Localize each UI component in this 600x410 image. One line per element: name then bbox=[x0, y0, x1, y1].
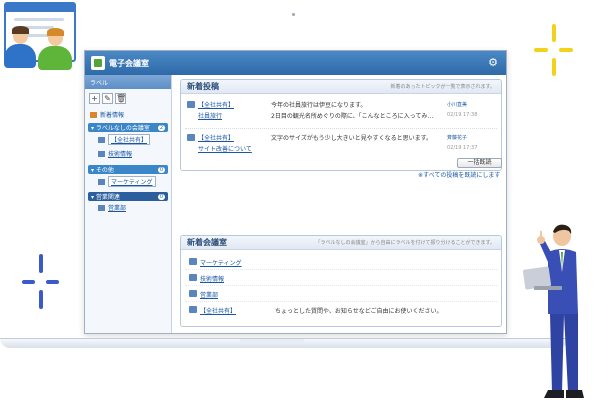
label-group-title: ▾ その他 bbox=[91, 167, 114, 174]
label-group-title: ▾ ラベルなしの会議室 bbox=[91, 125, 150, 132]
room-icon bbox=[189, 290, 197, 297]
room-row: マーケティング bbox=[185, 254, 497, 270]
room-link[interactable]: 【全社共有】 bbox=[200, 306, 236, 315]
room-description: ちょっとした質問や、お知らせなどご自由にお使いください。 bbox=[275, 308, 443, 315]
label-group-other: ▾ その他 0 マーケティング bbox=[88, 165, 168, 189]
sidebar-toolbar: + ✎ 🗑 bbox=[85, 89, 171, 108]
room-icon bbox=[189, 274, 197, 281]
room-icon bbox=[98, 178, 105, 185]
room-row: 技術情報 bbox=[185, 270, 497, 286]
mark-read-button[interactable]: 一括既読 bbox=[457, 158, 502, 168]
sparkle-blue-icon bbox=[22, 254, 60, 312]
post-text: 今年の社員旅行は伊豆になります。 bbox=[271, 102, 367, 109]
room-link[interactable]: 営業部 bbox=[200, 290, 218, 299]
post-topic-link[interactable]: サイト改善について bbox=[198, 144, 252, 153]
user-blue-icon bbox=[4, 24, 38, 70]
label-group-sales: ▾ 営業関連 0 営業部 bbox=[88, 192, 168, 214]
room-icon bbox=[98, 150, 105, 157]
app-header: 電子会議室 ⚙ bbox=[85, 51, 506, 75]
panel-header: 新着会議室 「ラベルなしの会議室」から自由にラベルを付けて振り分けることができま… bbox=[181, 236, 501, 250]
count-badge: 0 bbox=[157, 166, 165, 173]
add-label-button[interactable]: + bbox=[89, 93, 100, 104]
sidebar-item-room[interactable]: 技術情報 bbox=[88, 147, 168, 160]
room-link[interactable]: 技術情報 bbox=[200, 274, 224, 283]
room-icon bbox=[187, 134, 195, 141]
room-label: 営業部 bbox=[108, 205, 127, 212]
sidebar-header: ラベル bbox=[85, 75, 171, 89]
label-group-header[interactable]: ▾ ラベルなしの会議室 2 bbox=[88, 123, 168, 132]
app-title: 電子会議室 bbox=[109, 58, 149, 68]
room-label: 【全社共有】 bbox=[108, 134, 151, 145]
label-group-unlabeled: ▾ ラベルなしの会議室 2 【全社共有】 技術情報 bbox=[88, 123, 168, 160]
app-window: 電子会議室 ⚙ ラベル + ✎ 🗑 新着情報 ▾ ラベルなしの会議室 2 【全社… bbox=[84, 50, 507, 334]
sidebar-item-all[interactable]: 新着情報 bbox=[85, 108, 171, 121]
main-content: 新着投稿 新着のあったトピックが一覧で表示されます。 【全社共有】 社員旅行 今… bbox=[180, 79, 502, 327]
post-topic-link[interactable]: 社員旅行 bbox=[198, 111, 222, 120]
sidebar-item-room[interactable]: マーケティング bbox=[88, 174, 168, 189]
new-posts-panel: 新着投稿 新着のあったトピックが一覧で表示されます。 【全社共有】 社員旅行 今… bbox=[180, 79, 502, 171]
room-icon bbox=[98, 204, 105, 211]
post-text: 文字のサイズがもう少し大きいと見やすくなると思います。 bbox=[271, 135, 433, 142]
sidebar: ラベル + ✎ 🗑 新着情報 ▾ ラベルなしの会議室 2 【全社共有】 技術情報 bbox=[85, 75, 172, 333]
sidebar-item-label: 新着情報 bbox=[100, 112, 125, 119]
panel-title: 新着投稿 bbox=[187, 82, 219, 91]
room-icon bbox=[189, 306, 197, 313]
post-author[interactable]: 小川直美 bbox=[447, 101, 467, 108]
panel-title: 新着会議室 bbox=[187, 238, 227, 247]
label-group-title: ▾ 営業関連 bbox=[91, 194, 120, 201]
sidebar-item-room[interactable]: 【全社共有】 bbox=[88, 132, 168, 147]
room-link[interactable]: マーケティング bbox=[200, 258, 242, 267]
edit-label-button[interactable]: ✎ bbox=[102, 93, 113, 104]
room-label: マーケティング bbox=[108, 176, 156, 187]
panel-header: 新着投稿 新着のあったトピックが一覧で表示されます。 bbox=[181, 80, 501, 94]
count-badge: 2 bbox=[157, 124, 165, 131]
list-icon bbox=[90, 111, 97, 118]
count-badge: 0 bbox=[157, 193, 165, 200]
room-icon bbox=[187, 101, 195, 108]
new-rooms-panel: 新着会議室 「ラベルなしの会議室」から自由にラベルを付けて振り分けることができま… bbox=[180, 235, 502, 327]
laptop-base bbox=[0, 338, 568, 348]
room-label: 技術情報 bbox=[108, 151, 133, 158]
sparkle-yellow-icon bbox=[534, 24, 574, 82]
mark-all-read-link[interactable]: ※すべての投稿を既読にします bbox=[418, 170, 500, 179]
app-logo-icon bbox=[91, 56, 105, 70]
room-icon bbox=[189, 258, 197, 265]
room-row: 【全社共有】 ちょっとした質問や、お知らせなどご自由にお使いください。 bbox=[185, 302, 497, 318]
sidebar-item-room[interactable]: 営業部 bbox=[88, 201, 168, 214]
panel-note: 「ラベルなしの会議室」から自由にラベルを付けて振り分けることができます。 bbox=[315, 240, 495, 246]
post-date: 02/19 17:37 bbox=[447, 145, 478, 151]
post-author[interactable]: 斉藤花子 bbox=[447, 134, 467, 141]
room-row: 営業部 bbox=[185, 286, 497, 302]
label-group-header[interactable]: ▾ 営業関連 0 bbox=[88, 192, 168, 201]
gear-icon[interactable]: ⚙ bbox=[486, 56, 500, 70]
post-room-link[interactable]: 【全社共有】 bbox=[198, 133, 234, 142]
businessman-illustration bbox=[522, 224, 584, 398]
post-row: 【全社共有】 社員旅行 今年の社員旅行は伊豆になります。 2日目の観光名所めぐり… bbox=[185, 98, 497, 126]
post-text: 2日目の観光名所めぐりの際に、「こんなところに入ってみ… bbox=[271, 113, 434, 120]
user-green-icon bbox=[38, 26, 74, 72]
post-row: 【全社共有】 サイト改善について 文字のサイズがもう少し大きいと見やすくなると思… bbox=[185, 131, 497, 159]
label-group-header[interactable]: ▾ その他 0 bbox=[88, 165, 168, 174]
room-icon bbox=[98, 136, 105, 143]
panel-note: 新着のあったトピックが一覧で表示されます。 bbox=[390, 84, 495, 90]
dot-icon bbox=[292, 13, 295, 16]
post-room-link[interactable]: 【全社共有】 bbox=[198, 100, 234, 109]
delete-label-button[interactable]: 🗑 bbox=[115, 93, 126, 104]
post-date: 02/19 17:38 bbox=[447, 112, 478, 118]
